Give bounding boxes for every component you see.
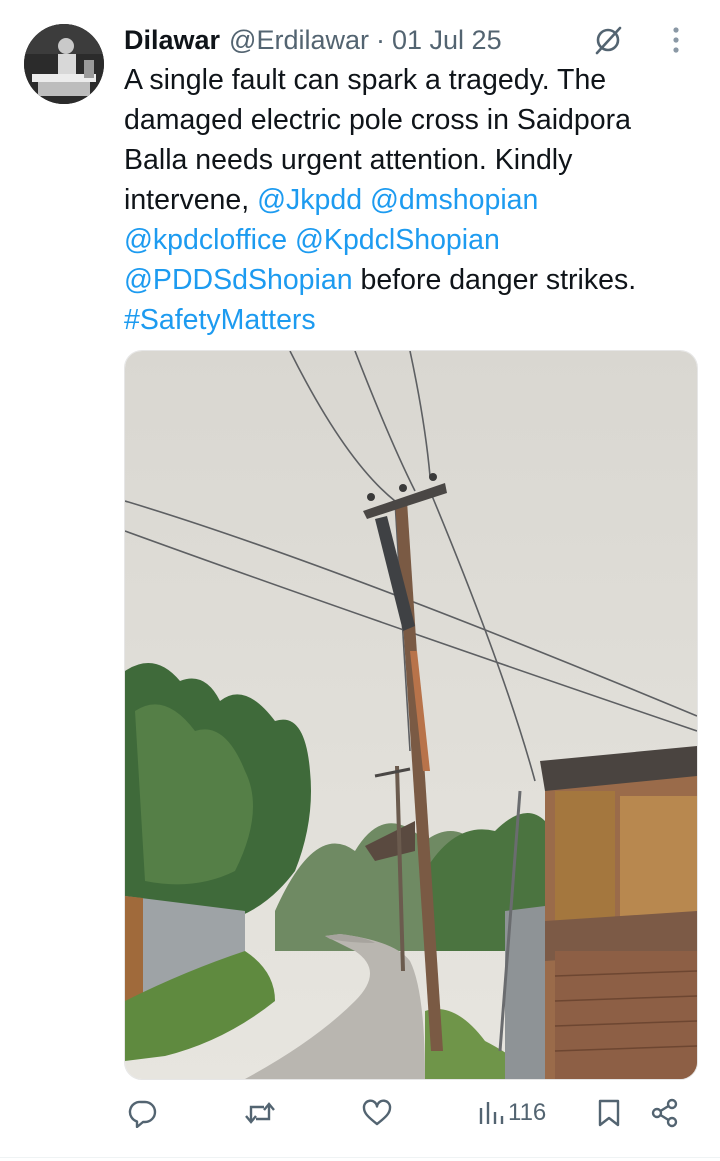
- avatar-image: [24, 24, 104, 104]
- mention-link[interactable]: @Jkpdd: [257, 184, 362, 216]
- mention-link[interactable]: @KpdclShopian: [295, 224, 500, 256]
- tweet-text: A single fault can spark a tragedy. The …: [124, 60, 696, 340]
- avatar[interactable]: [24, 24, 104, 104]
- views-count: 116: [508, 1099, 547, 1126]
- views-button[interactable]: 116: [478, 1090, 546, 1136]
- action-bar: 116: [124, 1090, 702, 1136]
- author-name[interactable]: Dilawar: [124, 25, 220, 56]
- like-button[interactable]: [362, 1090, 392, 1136]
- tweet-date[interactable]: 01 Jul 25: [392, 25, 502, 56]
- tweet-text-end: before danger strikes.: [352, 264, 637, 296]
- share-button[interactable]: [650, 1090, 680, 1136]
- electric-pole-photo: [125, 351, 697, 1079]
- mention-link[interactable]: @kpdcloffice: [124, 224, 287, 256]
- like-icon: [362, 1099, 392, 1126]
- separator-dot: ·: [376, 24, 385, 55]
- reply-button[interactable]: [128, 1090, 158, 1136]
- mention-link[interactable]: @dmshopian: [370, 184, 538, 216]
- grok-icon[interactable]: [588, 20, 628, 60]
- author-handle[interactable]: @Erdilawar: [229, 25, 369, 56]
- reply-icon: [128, 1100, 157, 1128]
- bookmark-icon: [598, 1099, 620, 1127]
- divider: [0, 1157, 720, 1158]
- tweet-header: Dilawar @Erdilawar · 01 Jul 25: [124, 20, 700, 60]
- hashtag-link[interactable]: #SafetyMatters: [124, 304, 316, 336]
- retweet-button[interactable]: [244, 1090, 276, 1136]
- retweet-icon: [245, 1102, 275, 1124]
- tweet-photo[interactable]: [124, 350, 698, 1080]
- share-icon: [651, 1098, 678, 1128]
- views-icon: [479, 1102, 504, 1124]
- bookmark-button[interactable]: [597, 1090, 621, 1136]
- more-vertical-icon[interactable]: [662, 20, 690, 60]
- mention-link[interactable]: @PDDSdShopian: [124, 264, 353, 296]
